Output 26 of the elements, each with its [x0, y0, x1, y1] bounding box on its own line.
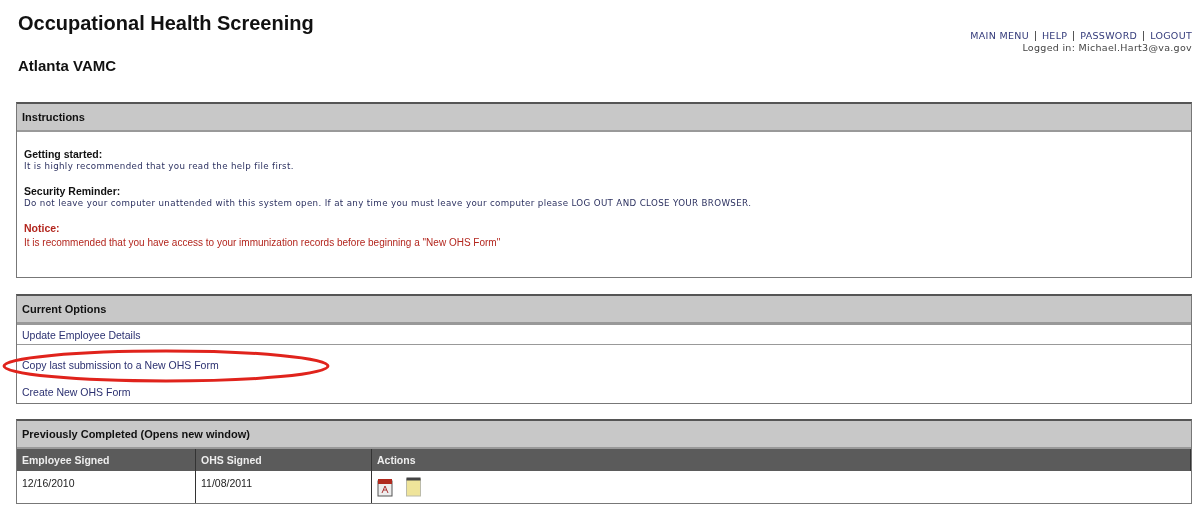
section-heading: Getting started:	[24, 148, 104, 160]
logged-in-text: Logged in: Michael.Hart3@va.gov	[1021, 42, 1192, 53]
panel-header: Current Options	[17, 296, 1191, 324]
section-text: It is recommended that you have access to your immunization records before beginning a "New OHS Form"	[24, 237, 502, 248]
notepad-icon[interactable]	[406, 477, 421, 497]
pdf-document-icon[interactable]	[377, 478, 394, 497]
option-link[interactable]: Update Employee Details	[22, 329, 1186, 342]
table-cell: 11/08/2011	[195, 471, 372, 503]
nav-link[interactable]: HELP	[1041, 30, 1068, 41]
panel-header: Previously Completed (Opens new window)	[17, 421, 1191, 449]
panel-header: Instructions	[17, 104, 1191, 132]
facility-name: Atlanta VAMC	[18, 57, 118, 74]
column-header: Actions	[371, 449, 1191, 471]
table-cell: 12/16/2010	[17, 471, 196, 503]
nav-link[interactable]: MAIN MENU	[970, 30, 1029, 41]
column-header: Employee Signed	[17, 449, 196, 471]
section-text: Do not leave your computer unattended with this system open. If at any time you must leave your computer please LOG OUT AND CLOSE YOUR BROWSER.	[24, 198, 753, 208]
nav-link[interactable]: PASSWORD	[1080, 30, 1138, 41]
option-link[interactable]: Copy last submission to a New OHS Form	[22, 359, 1186, 372]
section-heading: Notice:	[24, 222, 61, 234]
option-link[interactable]: Create New OHS Form	[22, 386, 1186, 399]
column-header: OHS Signed	[195, 449, 372, 471]
section-text: It is highly recommended that you read the help file first.	[24, 161, 295, 171]
page-title: Occupational Health Screening	[18, 12, 314, 35]
nav-link[interactable]: LOGOUT	[1150, 30, 1192, 41]
section-heading: Security Reminder:	[24, 185, 122, 197]
